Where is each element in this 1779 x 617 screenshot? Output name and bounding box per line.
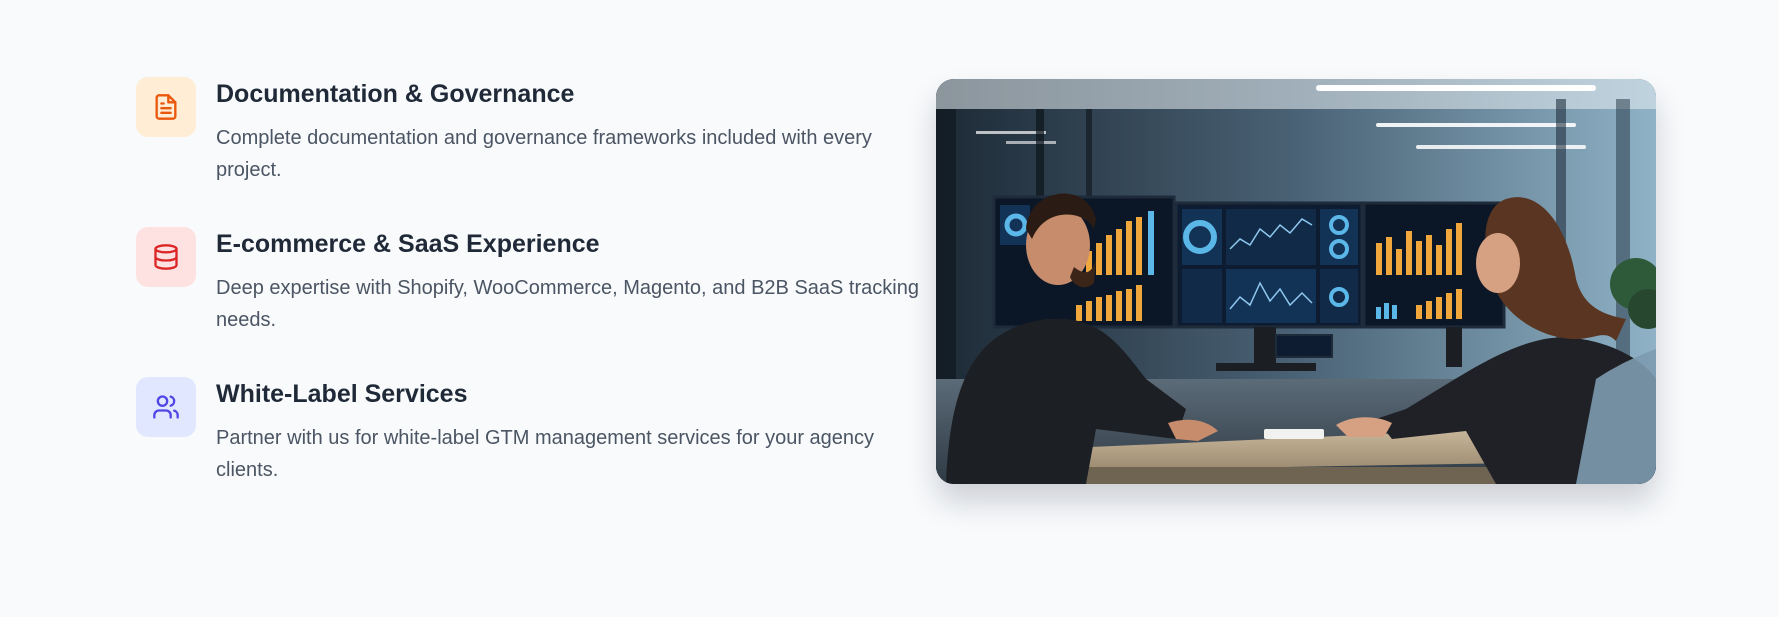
feature-item-documentation: Documentation & Governance Complete docu… bbox=[136, 77, 876, 197]
feature-text: E-commerce & SaaS Experience Deep expert… bbox=[216, 227, 936, 336]
feature-description: Complete documentation and governance fr… bbox=[216, 127, 872, 181]
feature-text: White-Label Services Partner with us for… bbox=[216, 377, 936, 486]
feature-description: Deep expertise with Shopify, WooCommerce… bbox=[216, 277, 919, 331]
feature-title: Documentation & Governance bbox=[216, 80, 575, 108]
feature-title: E-commerce & SaaS Experience bbox=[216, 230, 600, 258]
feature-item-white-label: White-Label Services Partner with us for… bbox=[136, 377, 876, 486]
features-list: Documentation & Governance Complete docu… bbox=[136, 77, 919, 516]
feature-title: White-Label Services bbox=[216, 380, 468, 408]
feature-text: Documentation & Governance Complete docu… bbox=[216, 77, 936, 186]
users-icon bbox=[136, 377, 196, 437]
document-icon bbox=[136, 77, 196, 137]
feature-item-ecommerce: E-commerce & SaaS Experience Deep expert… bbox=[136, 227, 919, 347]
database-icon bbox=[136, 227, 196, 287]
office-analytics-photo bbox=[936, 79, 1656, 484]
feature-description: Partner with us for white-label GTM mana… bbox=[216, 427, 875, 481]
